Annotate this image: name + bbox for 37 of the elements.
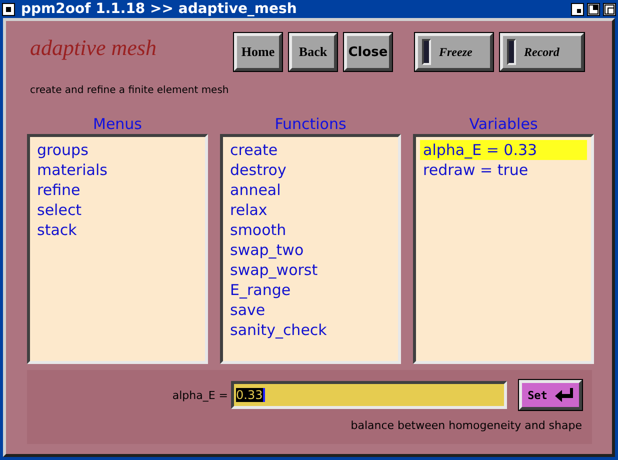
list-item[interactable]: sanity_check <box>227 320 394 340</box>
column-heading: Variables <box>468 114 539 134</box>
nav-button[interactable]: Back <box>289 33 337 71</box>
list-item[interactable]: E_range <box>227 280 394 300</box>
field-label: alpha_E = <box>172 388 228 402</box>
list-item[interactable]: select <box>34 200 201 220</box>
nav-button[interactable]: Close <box>344 33 392 71</box>
list-item[interactable]: stack <box>34 220 201 240</box>
minimize-icon[interactable] <box>571 2 584 16</box>
window-title: ppm2oof 1.1.18 >> adaptive_mesh <box>21 1 298 17</box>
list-item[interactable]: smooth <box>227 220 394 240</box>
list-item[interactable]: redraw = true <box>420 160 587 180</box>
column-heading: Functions <box>274 114 348 134</box>
list-item[interactable]: swap_worst <box>227 260 394 280</box>
list-item[interactable]: anneal <box>227 180 394 200</box>
list-item[interactable]: relax <box>227 200 394 220</box>
toggle-button[interactable]: Freeze <box>415 33 493 71</box>
list-item[interactable]: swap_two <box>227 240 394 260</box>
nav-button[interactable]: Home <box>234 33 282 71</box>
restore-icon[interactable] <box>603 2 616 16</box>
list-item[interactable]: create <box>227 140 394 160</box>
list-item[interactable]: refine <box>34 180 201 200</box>
list-item[interactable]: destroy <box>227 160 394 180</box>
maximize-icon[interactable] <box>587 2 600 16</box>
list-item[interactable]: alpha_E = 0.33 <box>420 140 587 160</box>
page-subtitle: create and refine a finite element mesh <box>30 85 230 98</box>
column-heading: Menus <box>92 114 143 134</box>
page-title: adaptive mesh <box>29 35 158 61</box>
toggle-button[interactable]: Record <box>500 33 584 71</box>
list-item[interactable]: save <box>227 300 394 320</box>
value-field[interactable]: 0.33 <box>231 381 507 409</box>
enter-icon <box>555 388 574 402</box>
list-item[interactable]: materials <box>34 160 201 180</box>
window-menu-icon[interactable] <box>2 2 15 16</box>
set-button[interactable]: Set <box>519 380 582 410</box>
help-text: balance between homogeneity and shape <box>350 419 582 432</box>
list-item[interactable]: groups <box>34 140 201 160</box>
